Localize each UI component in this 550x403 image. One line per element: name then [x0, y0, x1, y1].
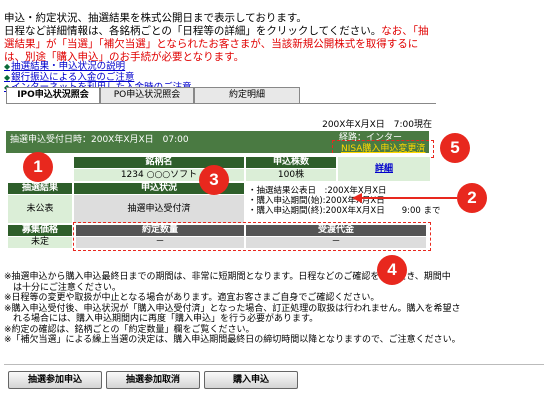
- intro-line-2-text: 日程など詳細情報は、各銘柄ごとの「日程等の詳細」をクリックしてください。: [4, 25, 382, 37]
- lottery-apply-button[interactable]: 抽選参加申込: [8, 371, 102, 389]
- tab-divider: [6, 103, 436, 104]
- apply-qty: 100株: [246, 169, 336, 181]
- detail-link[interactable]: 詳細: [338, 157, 430, 181]
- note-line: ※約定の確認は、銘柄ごとの「約定数量」欄をご覧ください。: [4, 324, 255, 335]
- callout-5: 5: [440, 133, 470, 163]
- note-line: れる場合には、購入申込期間内に再度「購入申込」を行う必要があります。: [4, 314, 319, 324]
- intro-line-2-red: なお、「抽: [381, 25, 429, 37]
- callout-4: 4: [377, 255, 407, 285]
- note-line: ※「補欠当選」による繰上当選の決定は、購入申込期間最終日の締切時間以降となります…: [4, 335, 461, 345]
- intro-line-3: 選結果」が「当選」「補欠当選」となられたお客さまが、当該新規公開株式を取得するに: [4, 38, 419, 50]
- purchase-apply-button[interactable]: 購入申込: [204, 371, 298, 389]
- callout-3: 3: [199, 165, 229, 195]
- tab-ipo-status[interactable]: IPO申込状況照会: [6, 87, 100, 104]
- note-line: ※日程等の変更や取扱が中止となる場合があります。適宜お客さまご自身でご確認くださ…: [4, 293, 380, 303]
- intro-line-1: 申込・約定状況、抽選結果を株式公開日まで表示しております。: [4, 12, 307, 24]
- diamond-icon: ◆: [4, 72, 11, 82]
- callout-box-4: [73, 222, 431, 251]
- header-offer-price: 募集価格: [8, 225, 72, 236]
- callout-arrow-2: [352, 193, 457, 203]
- received-datetime: 抽選申込受付日時：200X年X月X日 07:00: [10, 135, 189, 145]
- apply-status: 抽選申込受付済: [74, 195, 244, 223]
- header-lottery-result: 抽選結果: [8, 183, 72, 194]
- callout-1: 1: [23, 152, 53, 182]
- current-time: 200X年X月X日 7:00現在: [322, 120, 432, 130]
- tab-contract-details[interactable]: 約定明細: [194, 87, 300, 103]
- offer-price: 未定: [8, 237, 72, 248]
- footer-divider: [4, 364, 544, 365]
- callout-2: 2: [457, 183, 487, 213]
- intro-line-2: 日程など詳細情報は、各銘柄ごとの「日程等の詳細」をクリックしてください。なお、「…: [4, 25, 429, 38]
- tab-po-status[interactable]: PO申込状況照会: [100, 87, 194, 103]
- diamond-icon: ◆: [4, 62, 11, 71]
- link-explanation-label: 抽選結果・申込状況の説明: [11, 61, 126, 72]
- link-bank-transfer-label: 銀行振込による入金のご注意: [11, 71, 135, 83]
- lottery-result: 未公表: [8, 195, 72, 223]
- lottery-cancel-button[interactable]: 抽選参加取消: [106, 371, 200, 389]
- header-apply-qty: 申込株数: [246, 157, 336, 168]
- note-line: ※購入申込受付後、申込状況が「購入申込受付済」となった場合、訂正処理の取扱は行わ…: [4, 303, 461, 314]
